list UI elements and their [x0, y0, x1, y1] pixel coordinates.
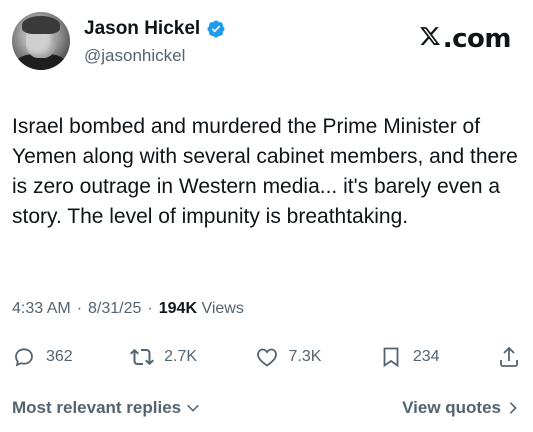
like-count: 7.3K	[288, 348, 322, 365]
replies-sort-dropdown[interactable]: Most relevant replies	[12, 398, 201, 418]
like-button[interactable]: 7.3K	[255, 345, 322, 369]
bookmark-button[interactable]: 234	[379, 345, 440, 369]
x-logo-icon	[419, 27, 440, 45]
brand-domain: .com	[442, 24, 512, 54]
author-name-row: Jason Hickel	[84, 18, 226, 40]
reply-icon	[15, 348, 33, 367]
verified-badge-icon	[207, 20, 225, 38]
tweet-meta: 4:33 AM · 8/31/25 · 194K Views	[12, 300, 244, 318]
view-quotes-link[interactable]: View quotes	[402, 398, 521, 418]
author-name[interactable]: Jason Hickel	[84, 18, 200, 40]
bookmark-count: 234	[412, 348, 440, 365]
author-handle[interactable]: @jasonhickel	[84, 46, 185, 66]
share-button[interactable]	[497, 345, 521, 369]
tweet-header: Jason Hickel @jasonhickel .com	[12, 12, 521, 72]
tweet-text: Israel bombed and murdered the Prime Min…	[12, 115, 518, 228]
heart-icon	[256, 348, 277, 367]
action-bar: 362 2.7K 7.3K 234	[12, 341, 521, 373]
avatar[interactable]	[12, 12, 70, 70]
view-quotes-label: View quotes	[402, 398, 501, 417]
replies-footer: Most relevant replies View quotes	[12, 398, 521, 418]
brand-label: .com	[419, 24, 512, 54]
tweet-time[interactable]: 4:33 AM	[12, 300, 71, 318]
repost-button[interactable]: 2.7K	[130, 345, 197, 369]
views-label: Views	[201, 300, 244, 317]
meta-separator: ·	[147, 300, 153, 317]
reply-count: 362	[46, 348, 73, 365]
repost-count: 2.7K	[164, 348, 198, 365]
chevron-down-icon	[187, 404, 200, 412]
chevron-right-icon	[509, 402, 517, 414]
replies-sort-label: Most relevant replies	[12, 398, 182, 417]
meta-separator: ·	[76, 300, 83, 317]
views-count: 194K	[158, 300, 197, 317]
repost-icon	[130, 348, 155, 366]
share-icon	[500, 346, 518, 367]
bookmark-icon	[383, 347, 399, 368]
tweet-date[interactable]: 8/31/25	[88, 300, 141, 318]
reply-button[interactable]: 362	[12, 345, 73, 369]
